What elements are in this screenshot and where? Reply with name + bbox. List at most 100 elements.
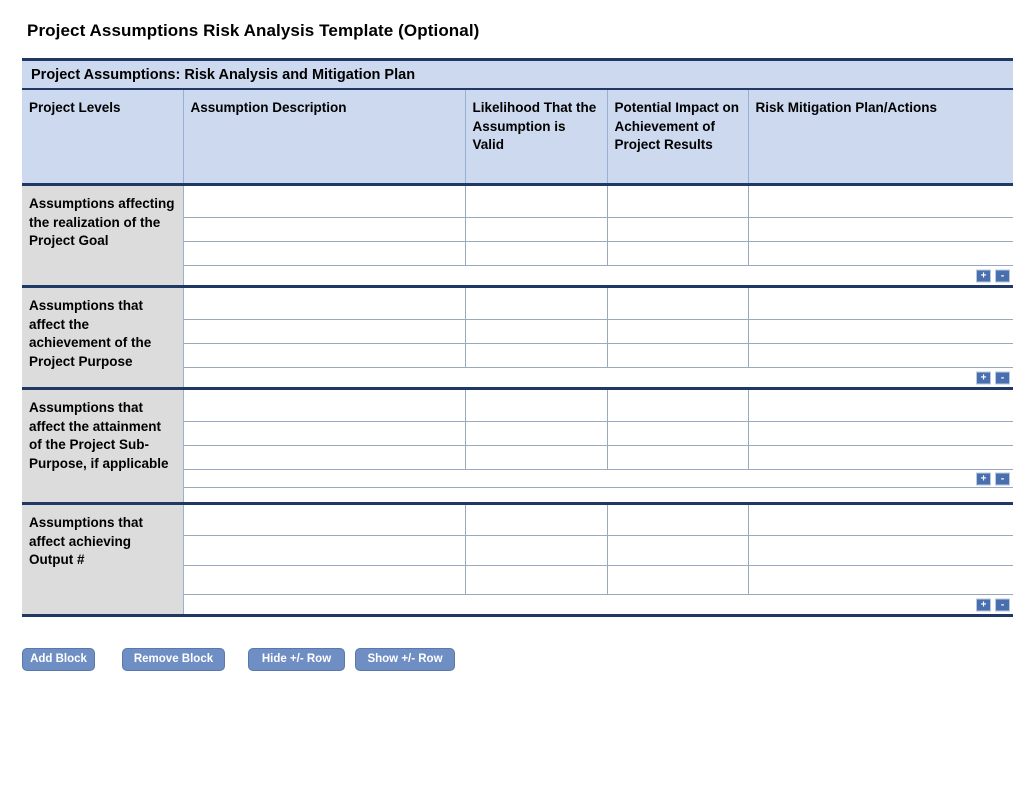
column-header-potential-impact: Potential Impact on Achievement of Proje…	[607, 89, 749, 186]
column-header-label: Likelihood That the Assumption is Valid	[472, 100, 597, 153]
hide-plus-minus-row-button[interactable]: Hide +/- Row	[248, 648, 345, 671]
plus-minus-button-group: + -	[976, 598, 1011, 611]
cell-likelihood[interactable]	[465, 565, 608, 595]
column-header-label: Risk Mitigation Plan/Actions	[755, 100, 938, 115]
template-page: Project Assumptions Risk Analysis Templa…	[0, 0, 1035, 800]
remove-row-button[interactable]: -	[995, 598, 1011, 611]
cell-risk-mitigation[interactable]	[748, 343, 1014, 368]
cell-potential-impact[interactable]	[607, 319, 749, 344]
table-row: Assumptions that affect achieving Output…	[22, 503, 1014, 614]
cell-assumption-description[interactable]	[183, 565, 466, 595]
level-label-cell-purpose: Assumptions that affect the achievement …	[22, 286, 184, 390]
remove-row-button[interactable]: -	[995, 472, 1011, 485]
page-title: Project Assumptions Risk Analysis Templa…	[27, 21, 480, 40]
cell-likelihood[interactable]	[465, 388, 608, 422]
cell-likelihood[interactable]	[465, 535, 608, 566]
cell-risk-mitigation[interactable]	[748, 319, 1014, 344]
table-row: Assumptions that affect the achievement …	[22, 286, 1014, 390]
cell-potential-impact[interactable]	[607, 343, 749, 368]
column-header-likelihood: Likelihood That the Assumption is Valid	[465, 89, 608, 186]
add-row-button[interactable]: +	[976, 269, 992, 282]
plus-minus-button-group: + -	[976, 371, 1011, 384]
cell-assumption-description[interactable]	[183, 421, 466, 446]
column-header-label: Assumption Description	[190, 100, 347, 115]
cell-risk-mitigation[interactable]	[748, 217, 1014, 242]
cell-assumption-description[interactable]	[183, 388, 466, 422]
cell-risk-mitigation[interactable]	[748, 565, 1014, 595]
cell-likelihood[interactable]	[465, 184, 608, 218]
cell-assumption-description[interactable]	[183, 445, 466, 470]
cell-assumption-description[interactable]	[183, 503, 466, 536]
level-label-cell-goal: Assumptions affecting the realization of…	[22, 184, 184, 288]
table-row: Assumptions that affect the attainment o…	[22, 388, 1014, 505]
remove-block-button[interactable]: Remove Block	[122, 648, 225, 671]
cell-likelihood[interactable]	[465, 421, 608, 446]
cell-potential-impact[interactable]	[607, 535, 749, 566]
add-block-button[interactable]: Add Block	[22, 648, 95, 671]
risk-analysis-grid: Project Assumptions: Risk Analysis and M…	[22, 61, 1014, 614]
cell-potential-impact[interactable]	[607, 286, 749, 320]
cell-assumption-description[interactable]	[183, 343, 466, 368]
remove-row-button[interactable]: -	[995, 269, 1011, 282]
cell-risk-mitigation[interactable]	[748, 184, 1014, 218]
cell-risk-mitigation[interactable]	[748, 445, 1014, 470]
cell-potential-impact[interactable]	[607, 503, 749, 536]
action-button-bar: Add Block Remove Block Hide +/- Row Show…	[22, 648, 1013, 672]
table-banner-row: Project Assumptions: Risk Analysis and M…	[22, 61, 1014, 90]
cell-potential-impact[interactable]	[607, 217, 749, 242]
table-banner-text: Project Assumptions: Risk Analysis and M…	[31, 66, 416, 83]
cell-assumption-description[interactable]	[183, 319, 466, 344]
cell-risk-mitigation[interactable]	[748, 503, 1014, 536]
cell-assumption-description[interactable]	[183, 286, 466, 320]
cell-potential-impact[interactable]	[607, 565, 749, 595]
block-filler-strip	[183, 487, 1014, 505]
add-row-button[interactable]: +	[976, 598, 992, 611]
level-label-cell-output: Assumptions that affect achieving Output…	[22, 503, 184, 614]
cell-assumption-description[interactable]	[183, 535, 466, 566]
add-row-button[interactable]: +	[976, 371, 992, 384]
cell-potential-impact[interactable]	[607, 241, 749, 266]
table-banner-cell: Project Assumptions: Risk Analysis and M…	[22, 61, 1014, 90]
column-header-risk-mitigation: Risk Mitigation Plan/Actions	[748, 89, 1014, 186]
cell-risk-mitigation[interactable]	[748, 388, 1014, 422]
cell-likelihood[interactable]	[465, 503, 608, 536]
plus-minus-strip: + -	[183, 367, 1014, 390]
column-header-project-levels: Project Levels	[22, 89, 184, 186]
cell-assumption-description[interactable]	[183, 217, 466, 242]
add-row-button[interactable]: +	[976, 472, 992, 485]
cell-likelihood[interactable]	[465, 217, 608, 242]
plus-minus-strip: + -	[183, 469, 1014, 488]
cell-potential-impact[interactable]	[607, 445, 749, 470]
level-label-text: Assumptions that affect the achievement …	[29, 298, 152, 369]
plus-minus-strip: + -	[183, 594, 1014, 614]
cell-likelihood[interactable]	[465, 343, 608, 368]
cell-likelihood[interactable]	[465, 286, 608, 320]
cell-assumption-description[interactable]	[183, 241, 466, 266]
cell-risk-mitigation[interactable]	[748, 421, 1014, 446]
show-plus-minus-row-button[interactable]: Show +/- Row	[355, 648, 455, 671]
column-header-label: Project Levels	[29, 100, 121, 115]
plus-minus-strip: + -	[183, 265, 1014, 288]
level-label-text: Assumptions that affect achieving Output…	[29, 515, 144, 568]
risk-analysis-table: Project Assumptions: Risk Analysis and M…	[22, 58, 1014, 617]
column-header-label: Potential Impact on Achievement of Proje…	[614, 100, 740, 153]
plus-minus-button-group: + -	[976, 269, 1011, 282]
cell-assumption-description[interactable]	[183, 184, 466, 218]
cell-risk-mitigation[interactable]	[748, 535, 1014, 566]
table-row: Assumptions affecting the realization of…	[22, 184, 1014, 288]
column-header-row: Project Levels Assumption Description Li…	[22, 89, 1014, 186]
cell-risk-mitigation[interactable]	[748, 241, 1014, 266]
cell-risk-mitigation[interactable]	[748, 286, 1014, 320]
level-label-text: Assumptions affecting the realization of…	[29, 196, 175, 249]
cell-likelihood[interactable]	[465, 319, 608, 344]
cell-potential-impact[interactable]	[607, 388, 749, 422]
cell-potential-impact[interactable]	[607, 421, 749, 446]
remove-row-button[interactable]: -	[995, 371, 1011, 384]
plus-minus-button-group: + -	[976, 472, 1011, 485]
level-label-text: Assumptions that affect the attainment o…	[29, 400, 169, 471]
column-header-assumption-description: Assumption Description	[183, 89, 466, 186]
cell-likelihood[interactable]	[465, 445, 608, 470]
cell-potential-impact[interactable]	[607, 184, 749, 218]
level-label-cell-sub-purpose: Assumptions that affect the attainment o…	[22, 388, 184, 505]
cell-likelihood[interactable]	[465, 241, 608, 266]
